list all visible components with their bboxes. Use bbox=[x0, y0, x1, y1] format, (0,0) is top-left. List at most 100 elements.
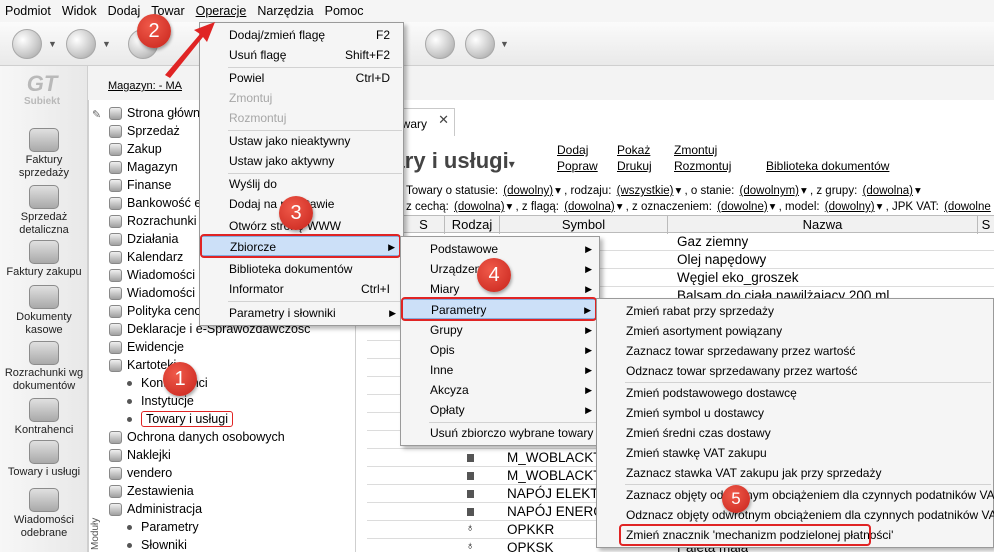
tree-item[interactable]: Ewidencje bbox=[109, 338, 184, 356]
link-pokaz[interactable]: Pokaż bbox=[617, 143, 650, 157]
help-icon[interactable] bbox=[465, 29, 495, 59]
link-biblioteka[interactable]: Biblioteka dokumentów bbox=[766, 159, 889, 173]
menu-pomoc[interactable]: Pomoc bbox=[325, 4, 364, 18]
chevron-down-icon[interactable]: ▾ bbox=[509, 157, 515, 171]
filter-jpk[interactable]: (dowolne bbox=[944, 201, 991, 213]
menu-item-biblioteka[interactable]: Biblioteka dokumentów bbox=[201, 259, 402, 279]
link-popraw[interactable]: Popraw bbox=[557, 159, 598, 173]
menu-item-odznacz-odwrotne[interactable]: Odznacz objęty odwrotnym obciążeniem dla… bbox=[598, 505, 994, 525]
menu-item-vat-jak-sprzedaz[interactable]: Zaznacz stawka VAT zakupu jak przy sprze… bbox=[598, 463, 994, 483]
menu-item-zmien-rabat[interactable]: Zmień rabat przy sprzedaży bbox=[598, 301, 994, 321]
tree-item[interactable]: Naklejki bbox=[109, 446, 171, 464]
menu-widok[interactable]: Widok bbox=[62, 4, 97, 18]
menu-item-inne[interactable]: Inne ▶ bbox=[402, 360, 598, 380]
menu-item-aktywny[interactable]: Ustaw jako aktywny bbox=[201, 151, 402, 171]
link-dodaj[interactable]: Dodaj bbox=[557, 143, 588, 157]
menu-item-grupy[interactable]: Grupy ▶ bbox=[402, 320, 598, 340]
back-icon[interactable] bbox=[12, 29, 42, 59]
column-header[interactable]: S bbox=[977, 216, 994, 234]
sidebar-item-wiadomosci[interactable]: Wiadomości odebrane bbox=[0, 488, 88, 540]
filter-model[interactable]: (dowolny) bbox=[825, 201, 875, 213]
tree-item[interactable]: Ochrona danych osobowych bbox=[109, 428, 285, 446]
chevron-down-icon[interactable]: ▾ bbox=[770, 201, 776, 213]
filter-rodzaj[interactable]: (wszystkie) bbox=[617, 185, 674, 197]
chevron-down-icon[interactable]: ▾ bbox=[617, 201, 623, 213]
pin-icon[interactable]: ✎ bbox=[92, 108, 101, 121]
menu-podmiot[interactable]: Podmiot bbox=[5, 4, 51, 18]
tree-item[interactable]: Zakup bbox=[109, 140, 162, 158]
filter-status[interactable]: (dowolny) bbox=[503, 185, 553, 197]
menu-item-wyslij-do[interactable]: Wyślij do bbox=[201, 174, 402, 194]
filter-stan[interactable]: (dowolnym) bbox=[740, 185, 799, 197]
menu-item-podstawowe[interactable]: Podstawowe ▶ bbox=[402, 239, 598, 259]
tree-item[interactable]: Kalendarz bbox=[109, 248, 183, 266]
tree-item[interactable]: Magazyn bbox=[109, 158, 178, 176]
tree-subitem[interactable]: Parametry bbox=[119, 518, 199, 536]
filter-grupa[interactable]: (dowolna) bbox=[862, 185, 913, 197]
menu-item-zmien-symbol[interactable]: Zmień symbol u dostawcy bbox=[598, 403, 994, 423]
tree-item[interactable]: Polityka ceno bbox=[109, 302, 201, 320]
sidebar-item-rozrachunki[interactable]: Rozrachunki wg dokumentów bbox=[0, 341, 88, 393]
sidebar-item-kontrahenci[interactable]: Kontrahenci bbox=[0, 398, 88, 437]
chevron-down-icon[interactable]: ▼ bbox=[48, 39, 57, 49]
menu-item-odznacz-wartosc[interactable]: Odznacz towar sprzedawany przez wartość bbox=[598, 361, 994, 381]
menu-item-zaznacz-wartosc[interactable]: Zaznacz towar sprzedawany przez wartość bbox=[598, 341, 994, 361]
chevron-down-icon[interactable]: ▾ bbox=[507, 201, 513, 213]
tree-item[interactable]: Bankowość el bbox=[109, 194, 204, 212]
menu-item-zmien-asortyment[interactable]: Zmień asortyment powiązany bbox=[598, 321, 994, 341]
sidebar-item-towary[interactable]: Towary i usługi bbox=[0, 440, 88, 479]
menu-item-nieaktywny[interactable]: Ustaw jako nieaktywny bbox=[201, 131, 402, 151]
menu-item-oplaty[interactable]: Opłaty ▶ bbox=[402, 400, 598, 420]
filter-flaga[interactable]: (dowolna) bbox=[564, 201, 615, 213]
chevron-down-icon[interactable]: ▾ bbox=[555, 185, 561, 197]
sidebar-item-faktury-zakupu[interactable]: Faktury zakupu bbox=[0, 240, 88, 279]
menu-item-dodaj-flage[interactable]: Dodaj/zmień flagę F2 bbox=[201, 25, 402, 45]
menu-narzedzia[interactable]: Narzędzia bbox=[257, 4, 313, 18]
menu-item-usun-zbiorczo[interactable]: Usuń zbiorczo wybrane towary bbox=[402, 423, 598, 443]
tree-item[interactable]: vendero bbox=[109, 464, 172, 482]
tree-item[interactable]: Rozrachunki bbox=[109, 212, 196, 230]
link-drukuj[interactable]: Drukuj bbox=[617, 159, 652, 173]
menu-item-zaznacz-odwrotne[interactable]: Zaznacz objęty odwrotnym obciążeniem dla… bbox=[598, 485, 994, 505]
menu-item-zmien-czas[interactable]: Zmień średni czas dostawy bbox=[598, 423, 994, 443]
chevron-down-icon[interactable]: ▾ bbox=[801, 185, 807, 197]
sidebar-item-dokumenty-kasowe[interactable]: Dokumenty kasowe bbox=[0, 285, 88, 337]
filter-cecha[interactable]: (dowolna) bbox=[454, 201, 505, 213]
chevron-down-icon[interactable]: ▾ bbox=[915, 185, 921, 197]
menu-item-parametry-slowniki[interactable]: Parametry i słowniki ▶ bbox=[201, 303, 402, 323]
menu-item-usun-flage[interactable]: Usuń flagę Shift+F2 bbox=[201, 45, 402, 65]
chevron-down-icon[interactable]: ▾ bbox=[675, 185, 681, 197]
menu-item-zmien-dostawce[interactable]: Zmień podstawowego dostawcę bbox=[598, 383, 994, 403]
menu-operacje[interactable]: Operacje bbox=[196, 4, 247, 18]
tree-item[interactable]: Działania bbox=[109, 230, 178, 248]
menu-item-informator[interactable]: Informator Ctrl+I bbox=[201, 279, 402, 299]
close-icon[interactable]: ✕ bbox=[438, 112, 449, 128]
tree-item[interactable]: Wiadomości S bbox=[109, 284, 207, 302]
column-header[interactable]: Symbol bbox=[499, 216, 667, 234]
sidebar-item-sprzedaz-detaliczna[interactable]: Sprzedaż detaliczna bbox=[0, 185, 88, 237]
chevron-down-icon[interactable]: ▾ bbox=[877, 201, 883, 213]
menu-dodaj[interactable]: Dodaj bbox=[108, 4, 141, 18]
tree-item[interactable]: Sprzedaż bbox=[109, 122, 180, 140]
tree-item[interactable]: Administracja bbox=[109, 500, 202, 518]
sidebar-item-faktury-sprzedazy[interactable]: Faktury sprzedaży bbox=[0, 128, 88, 180]
column-header[interactable]: S bbox=[402, 216, 444, 234]
tree-subitem[interactable]: Słowniki bbox=[119, 536, 187, 552]
chevron-down-icon[interactable]: ▼ bbox=[102, 39, 111, 49]
menu-item-akcyza[interactable]: Akcyza ▶ bbox=[402, 380, 598, 400]
menu-item-opis[interactable]: Opis ▶ bbox=[402, 340, 598, 360]
menu-item-powiel[interactable]: Powiel Ctrl+D bbox=[201, 68, 402, 88]
column-header[interactable]: Rodzaj bbox=[444, 216, 499, 234]
tree-item[interactable]: Finanse bbox=[109, 176, 171, 194]
filter-oznaczenie[interactable]: (dowolne) bbox=[717, 201, 768, 213]
tree-item[interactable]: Wiadomości bbox=[109, 266, 195, 284]
tree-subitem[interactable]: Towary i usługi bbox=[119, 410, 233, 428]
link-zmontuj[interactable]: Zmontuj bbox=[674, 143, 717, 157]
globe-icon[interactable] bbox=[425, 29, 455, 59]
tree-item[interactable]: Zestawienia bbox=[109, 482, 194, 500]
tree-item[interactable]: Strona główna bbox=[109, 104, 207, 122]
forward-icon[interactable] bbox=[66, 29, 96, 59]
column-header[interactable]: Nazwa bbox=[667, 216, 977, 234]
link-rozmontuj[interactable]: Rozmontuj bbox=[674, 159, 731, 173]
chevron-down-icon[interactable]: ▼ bbox=[500, 39, 509, 49]
